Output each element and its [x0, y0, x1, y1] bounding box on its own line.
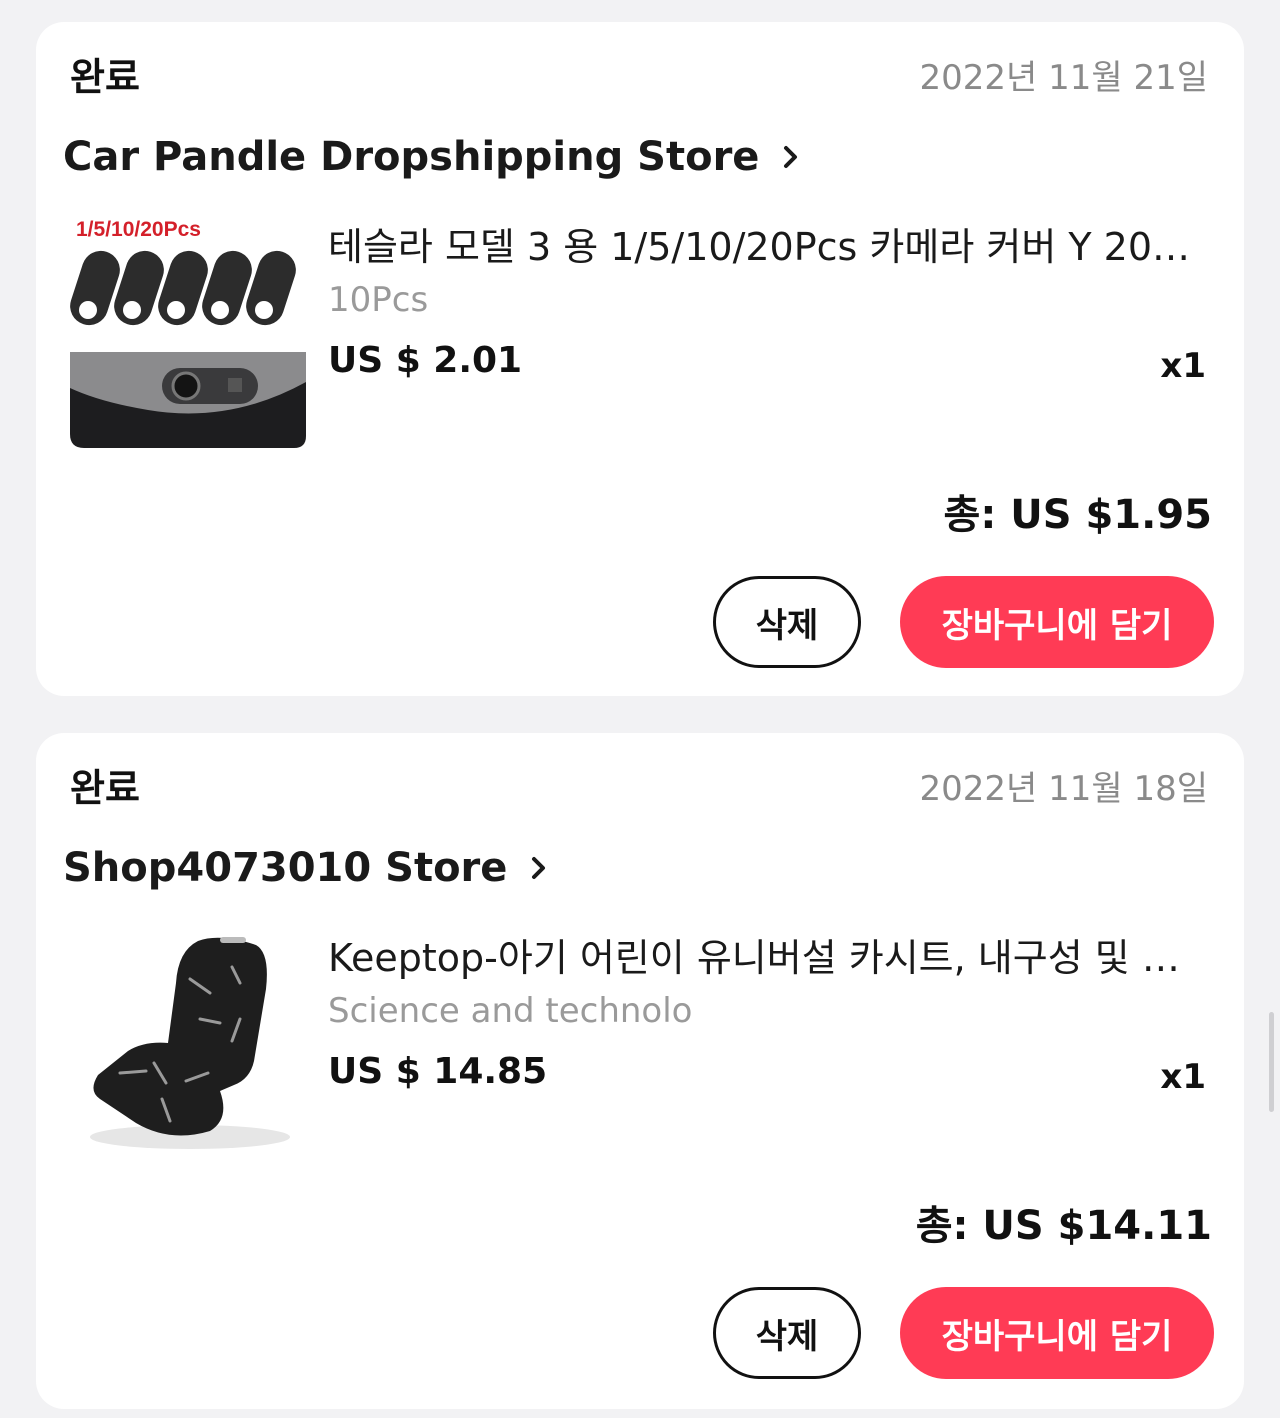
store-link[interactable]: Shop4073010 Store — [63, 845, 553, 891]
order-total: 총: US $14.11 — [915, 1203, 1212, 1249]
product-variant: Science and technolo — [328, 991, 693, 1031]
add-to-cart-button[interactable]: 장바구니에 담기 — [900, 576, 1214, 668]
product-title[interactable]: 테슬라 모델 3 용 1/5/10/20Pcs 카메라 커버 Y 2021 웹캠… — [328, 216, 1198, 271]
image-caption: 1/5/10/20Pcs — [76, 218, 201, 241]
order-total: 총: US $1.95 — [943, 492, 1212, 538]
scrollbar[interactable] — [1269, 1012, 1274, 1112]
chevron-right-icon — [532, 857, 546, 879]
chevron-right-icon — [784, 146, 798, 168]
order-card: 완료 2022년 11월 18일 Shop4073010 Store Keept… — [36, 733, 1244, 1409]
camera-cover-image: 1/5/10/20Pcs — [70, 212, 306, 448]
product-price: US $ 14.85 — [328, 1051, 548, 1092]
store-name: Car Pandle Dropshipping Store — [63, 134, 760, 180]
product-image[interactable]: 1/5/10/20Pcs — [70, 212, 306, 448]
order-card: 완료 2022년 11월 21일 Car Pandle Dropshipping… — [36, 22, 1244, 696]
product-quantity: x1 — [1160, 346, 1206, 386]
car-seat-mat-image — [70, 923, 306, 1159]
store-name: Shop4073010 Store — [63, 845, 508, 891]
product-title[interactable]: Keeptop-아기 어린이 유니버설 카시트, 내구성 및 보호 매트 — [328, 927, 1198, 982]
product-variant: 10Pcs — [328, 280, 429, 320]
store-link[interactable]: Car Pandle Dropshipping Store — [63, 134, 805, 180]
product-price: US $ 2.01 — [328, 340, 523, 381]
order-date: 2022년 11월 21일 — [919, 58, 1208, 98]
delete-button[interactable]: 삭제 — [713, 1287, 861, 1379]
product-quantity: x1 — [1160, 1057, 1206, 1097]
order-status: 완료 — [70, 55, 140, 99]
delete-button[interactable]: 삭제 — [713, 576, 861, 668]
order-date: 2022년 11월 18일 — [919, 769, 1208, 809]
add-to-cart-button[interactable]: 장바구니에 담기 — [900, 1287, 1214, 1379]
product-image[interactable] — [70, 923, 306, 1159]
order-status: 완료 — [70, 766, 140, 810]
